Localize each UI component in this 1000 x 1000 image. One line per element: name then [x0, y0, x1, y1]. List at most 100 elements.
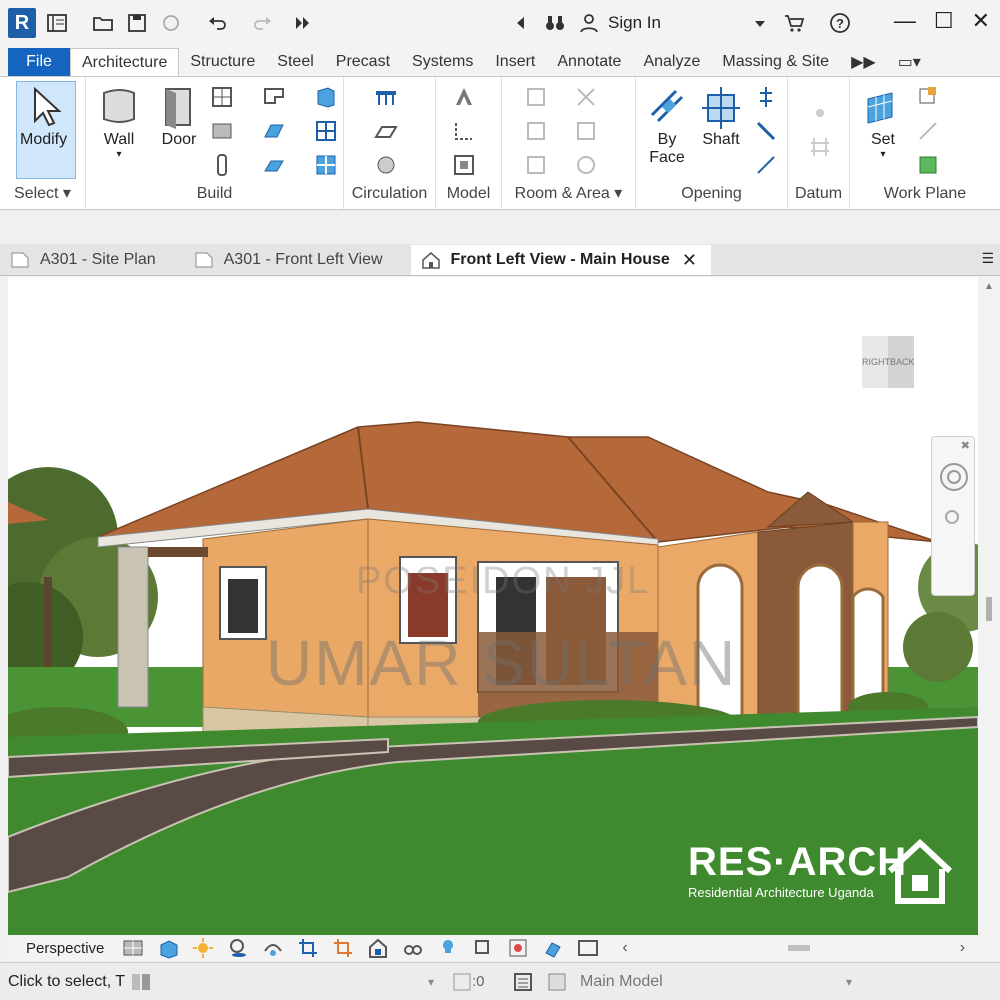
close-tab-icon[interactable]: ✕ — [682, 250, 697, 271]
panel-select-label[interactable]: Select ▾ — [0, 183, 85, 203]
curtain-grid-icon[interactable] — [314, 119, 338, 143]
active-model-select[interactable]: Main Model — [580, 973, 663, 991]
tab-insert[interactable]: Insert — [484, 48, 546, 76]
visual-style-icon[interactable] — [157, 937, 179, 959]
detail-level-icon[interactable] — [122, 937, 144, 959]
model-line-icon[interactable] — [452, 119, 476, 143]
maximize-icon[interactable]: ☐ — [934, 8, 954, 34]
show-crop-icon[interactable] — [332, 937, 354, 959]
tab-massing-site[interactable]: Massing & Site — [711, 48, 840, 76]
tab-analyze[interactable]: Analyze — [632, 48, 711, 76]
stair-icon[interactable] — [374, 153, 398, 177]
panel-room-area-label[interactable]: Room & Area ▾ — [502, 183, 635, 203]
shaft-button[interactable]: Shaft — [700, 85, 742, 149]
vertical-scrollbar[interactable]: ▲ — [978, 277, 1000, 935]
view-cube-back-face[interactable]: BACK — [890, 357, 915, 367]
lock-3d-view-icon[interactable] — [367, 937, 389, 959]
design-option-icon[interactable] — [452, 972, 472, 992]
sync-icon[interactable] — [158, 10, 184, 36]
worksets-icon[interactable] — [129, 971, 153, 993]
horizontal-scroll-thumb[interactable] — [787, 945, 810, 951]
open-folder-icon[interactable] — [90, 10, 116, 36]
save-icon[interactable] — [124, 10, 150, 36]
door-button[interactable]: Door — [158, 85, 200, 149]
worksharing-icon[interactable] — [472, 937, 494, 959]
binoculars-icon[interactable] — [542, 10, 568, 36]
railing-icon[interactable] — [374, 85, 398, 109]
level-icon[interactable] — [808, 101, 832, 125]
steering-wheel-icon[interactable] — [938, 461, 970, 493]
zoom-icon[interactable] — [942, 507, 966, 531]
temporary-hide-icon[interactable] — [402, 937, 424, 959]
model-text-icon[interactable] — [452, 85, 476, 109]
room-icon[interactable] — [524, 85, 548, 109]
crop-view-icon[interactable] — [297, 937, 319, 959]
component-icon[interactable] — [210, 119, 234, 143]
modify-button[interactable]: Modify — [20, 85, 67, 149]
home-grid-icon[interactable] — [44, 10, 70, 36]
more-tabs-icon[interactable]: ▶▶ — [840, 48, 887, 76]
caret-left-icon[interactable] — [508, 10, 534, 36]
view-tab-main-house[interactable]: Front Left View - Main House ✕ — [410, 245, 711, 275]
analytical-model-icon[interactable] — [507, 937, 529, 959]
wall-opening-icon[interactable] — [754, 85, 778, 109]
user-icon[interactable] — [576, 10, 602, 36]
render-icon[interactable] — [262, 937, 284, 959]
wall-button[interactable]: Wall ▾ — [98, 85, 140, 160]
panel-toggle-icon[interactable]: ▭▾ — [887, 48, 932, 76]
by-face-button[interactable]: By Face — [646, 85, 688, 167]
revit-logo[interactable]: R — [8, 8, 36, 38]
reveal-constraints-icon[interactable] — [577, 937, 599, 959]
view-cube-right-face[interactable]: RIGHT — [862, 357, 890, 367]
sun-path-icon[interactable] — [192, 937, 214, 959]
dropdown-caret-icon[interactable] — [747, 10, 773, 36]
area-boundary-icon[interactable] — [524, 153, 548, 177]
undo-icon[interactable] — [204, 10, 230, 36]
window-icon[interactable] — [210, 85, 234, 109]
hscroll-right-icon[interactable]: › — [960, 939, 965, 957]
model-dropdown-icon[interactable]: ▾ — [846, 975, 852, 989]
main-model-icon[interactable] — [546, 971, 568, 993]
sign-in-link[interactable]: Sign In — [608, 13, 661, 33]
shadows-icon[interactable] — [227, 937, 249, 959]
tab-architecture[interactable]: Architecture — [70, 48, 180, 76]
curtain-system-icon[interactable] — [314, 85, 338, 109]
tag-room-icon[interactable] — [524, 119, 548, 143]
tag-area-icon[interactable] — [574, 153, 598, 177]
tab-annotate[interactable]: Annotate — [546, 48, 632, 76]
vertical-opening-icon[interactable] — [754, 119, 778, 143]
highlight-displacement-icon[interactable] — [542, 937, 564, 959]
view-tab-site-plan[interactable]: A301 - Site Plan — [0, 245, 170, 275]
tab-precast[interactable]: Precast — [325, 48, 401, 76]
show-work-plane-icon[interactable] — [916, 85, 940, 109]
editable-only-icon[interactable] — [512, 971, 534, 993]
help-icon[interactable]: ? — [827, 10, 853, 36]
more-tools-icon[interactable] — [290, 10, 316, 36]
area-icon[interactable] — [574, 119, 598, 143]
view-mode-label[interactable]: Perspective — [26, 940, 104, 957]
redo-icon[interactable] — [250, 10, 276, 36]
ceiling-icon[interactable] — [262, 119, 286, 143]
roof-icon[interactable] — [262, 85, 286, 109]
navbar-close-icon[interactable]: ✖ — [961, 439, 970, 452]
ref-plane-icon[interactable] — [916, 119, 940, 143]
grid-icon[interactable] — [808, 135, 832, 159]
view-cube[interactable]: RIGHT BACK — [862, 336, 915, 388]
model-group-icon[interactable] — [452, 153, 476, 177]
room-separator-icon[interactable] — [574, 85, 598, 109]
vertical-scroll-thumb[interactable] — [986, 597, 992, 621]
tab-structure[interactable]: Structure — [179, 48, 266, 76]
dormer-icon[interactable] — [754, 153, 778, 177]
close-window-icon[interactable]: ✕ — [972, 8, 990, 34]
column-icon[interactable] — [210, 153, 234, 177]
set-button[interactable]: Set ▾ — [862, 85, 904, 160]
tab-systems[interactable]: Systems — [401, 48, 484, 76]
ramp-icon[interactable] — [374, 119, 398, 143]
reveal-hidden-icon[interactable] — [437, 937, 459, 959]
hscroll-left-icon[interactable]: ‹ — [622, 939, 627, 957]
scroll-up-icon[interactable]: ▲ — [984, 281, 994, 292]
wall-dropdown-icon[interactable]: ▾ — [116, 149, 121, 160]
tab-file[interactable]: File — [8, 48, 70, 76]
floor-icon[interactable] — [262, 153, 286, 177]
tab-menu-icon[interactable]: ☰ — [981, 250, 994, 267]
